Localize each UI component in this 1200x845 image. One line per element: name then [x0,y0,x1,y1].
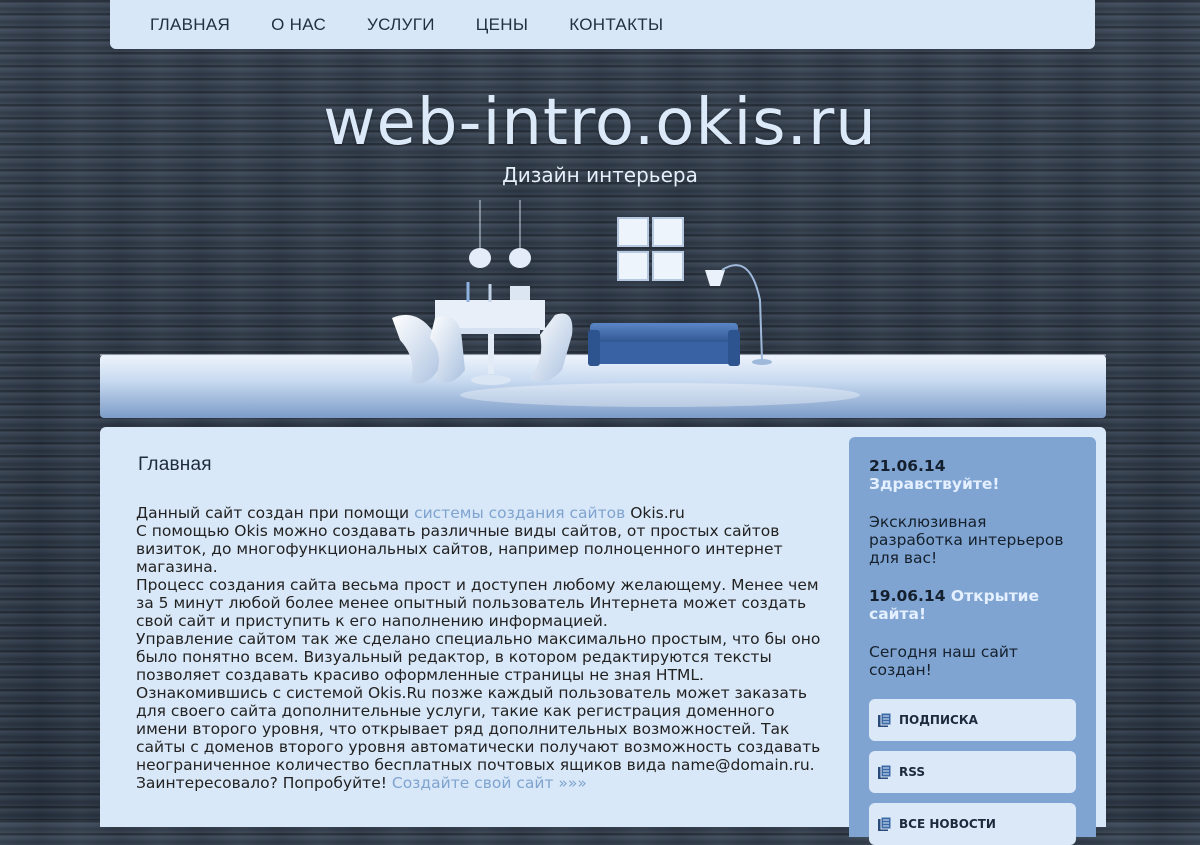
top-navigation: ГЛАВНАЯ О НАС УСЛУГИ ЦЕНЫ КОНТАКТЫ [110,0,1095,49]
subscribe-label: ПОДПИСКА [899,713,978,727]
subscribe-button[interactable]: ПОДПИСКА [869,699,1076,741]
news-title-link[interactable]: Здравствуйте! [869,475,999,493]
article-body: Данный сайт создан при помощи системы со… [136,504,826,792]
hero-interior-image [100,190,1106,420]
site-subtitle: Дизайн интерьера [502,163,698,187]
article-paragraph: Заинтересовало? Попробуйте! Создайте сво… [136,774,587,792]
news-item: 21.06.14 Здравствуйте! Эксклюзивная разр… [869,457,1081,567]
news-sidebar: 21.06.14 Здравствуйте! Эксклюзивная разр… [849,437,1096,845]
rss-button[interactable]: RSS [869,751,1076,793]
document-icon [878,712,892,727]
cms-link[interactable]: системы создания сайтов [414,504,625,522]
all-news-label: ВСЕ НОВОСТИ [899,817,996,831]
nav-item-home[interactable]: ГЛАВНАЯ [150,15,230,35]
page-title: Главная [138,454,212,475]
news-date: 19.06.14 [869,587,946,605]
document-icon [878,816,892,831]
nav-item-about[interactable]: О НАС [271,15,326,35]
rss-label: RSS [899,765,925,779]
nav-item-services[interactable]: УСЛУГИ [367,15,435,35]
window-panels [617,217,684,281]
news-item: 19.06.14 Открытие сайта! Сегодня наш сай… [869,587,1081,679]
news-text: Эксклюзивная разработка интерьеров для в… [869,513,1064,567]
article-paragraph: Ознакомившись с системой Okis.Ru позже к… [136,684,821,774]
document-icon [878,764,892,779]
site-title: web-intro.okis.ru [323,86,877,160]
article-paragraph: Процесс создания сайта весьма прост и до… [136,576,819,630]
nav-item-prices[interactable]: ЦЕНЫ [476,15,528,35]
article-paragraph: Управление сайтом так же сделано специал… [136,630,821,684]
nav-item-contacts[interactable]: КОНТАКТЫ [569,15,663,35]
article-paragraph: С помощью Okis можно создавать различные… [136,522,783,576]
article-paragraph: Данный сайт создан при помощи системы со… [136,504,685,522]
create-site-link[interactable]: Создайте свой сайт »»» [392,774,587,792]
news-text: Сегодня наш сайт создан! [869,643,1018,679]
all-news-button[interactable]: ВСЕ НОВОСТИ [869,803,1076,845]
news-date: 21.06.14 [869,457,946,475]
